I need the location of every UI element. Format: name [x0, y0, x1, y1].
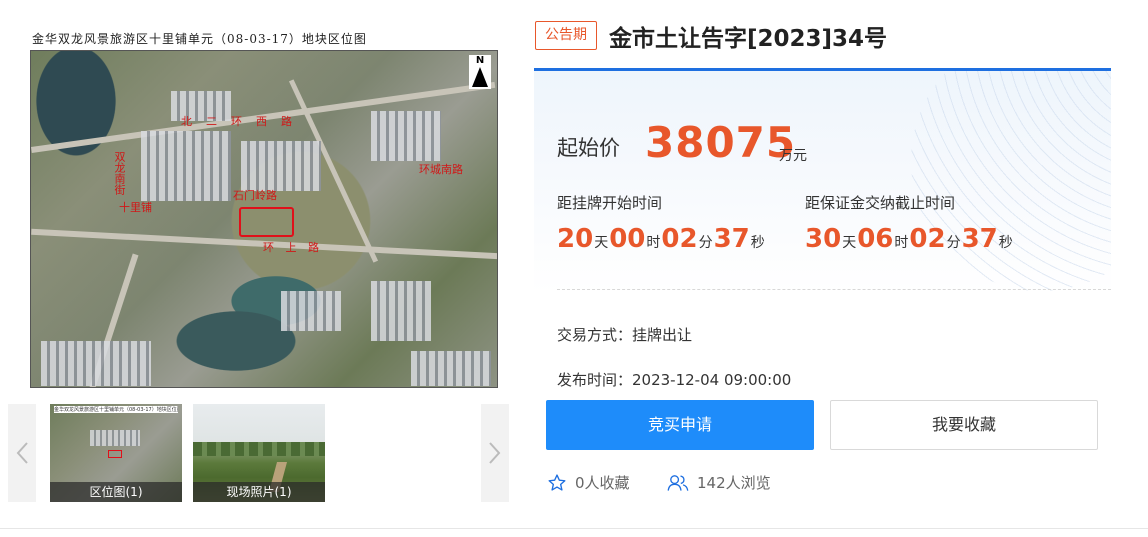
- countdown-days: 20: [557, 224, 594, 254]
- unit-hour: 时: [646, 235, 661, 251]
- map-buildings: [371, 111, 441, 161]
- star-icon: [548, 473, 566, 491]
- map-road-label: 双龙南街: [113, 151, 126, 195]
- countdown-hours: 00: [609, 224, 646, 254]
- map-buildings: [41, 341, 151, 386]
- map-road-label: 环城南路: [419, 163, 463, 176]
- satellite-map: 北二环西路 双龙南街 十里铺 石门岭路 环城南路 环 上 路 N: [30, 50, 498, 388]
- apply-bid-button[interactable]: 竞买申请: [546, 400, 814, 450]
- starting-price-unit: 万元: [779, 148, 807, 164]
- thumbnail-caption: 区位图(1): [50, 482, 182, 502]
- unit-hour: 时: [894, 235, 909, 251]
- decorative-arcs: [911, 71, 1111, 291]
- unit-day: 天: [842, 235, 857, 251]
- thumbnail-location-map[interactable]: 金华双龙风景旅游区十里铺单元（08-03-17）地块区位图 区位图(1): [50, 404, 182, 502]
- trade-method: 交易方式：挂牌出让: [557, 326, 693, 344]
- map-buildings: [241, 141, 321, 191]
- map-title: 金华双龙风景旅游区十里铺单元（08-03-17）地块区位图: [32, 32, 367, 46]
- price-panel: [534, 71, 1111, 293]
- section-divider: [557, 289, 1111, 290]
- land-plot-outline: [239, 207, 294, 237]
- publish-time: 发布时间：2023-12-04 09:00:00: [557, 371, 792, 389]
- starting-price-value: 38075: [645, 118, 797, 167]
- thumbnail-site-photo[interactable]: 现场照片(1): [193, 404, 325, 502]
- map-buildings: [371, 281, 431, 341]
- map-buildings: [281, 291, 341, 331]
- unit-second: 秒: [998, 235, 1013, 251]
- views-count-text: 142人浏览: [697, 474, 771, 492]
- thumbnail-next-button[interactable]: [481, 404, 509, 502]
- main-map-image[interactable]: 金华双龙风景旅游区十里铺单元（08-03-17）地块区位图 北二环西路 双龙南街…: [28, 28, 498, 390]
- thumbnail-plot-outline: [108, 450, 122, 458]
- add-favorite-button[interactable]: 我要收藏: [830, 400, 1098, 450]
- thumbnail-buildings: [90, 430, 140, 446]
- deposit-deadline-countdown: 30天06时02分37秒: [805, 224, 1014, 254]
- north-arrow-icon: N: [469, 55, 491, 89]
- countdown-minutes: 02: [909, 224, 946, 254]
- unit-minute: 分: [946, 235, 961, 251]
- countdown-seconds: 37: [713, 224, 750, 254]
- views-count: 142人浏览: [667, 472, 771, 493]
- listing-start-countdown-label: 距挂牌开始时间: [557, 194, 663, 212]
- chevron-left-icon: [16, 442, 28, 464]
- map-place-label: 十里铺: [119, 201, 152, 214]
- thumbnail-prev-button[interactable]: [8, 404, 36, 502]
- countdown-seconds: 37: [961, 224, 998, 254]
- north-label: N: [475, 55, 485, 66]
- countdown-minutes: 02: [661, 224, 698, 254]
- map-buildings: [141, 131, 231, 201]
- status-badge: 公告期: [535, 21, 597, 50]
- starting-price-label: 起始价: [557, 136, 620, 160]
- bottom-divider: [0, 528, 1148, 529]
- favorites-count-text: 0人收藏: [575, 474, 630, 492]
- chevron-right-icon: [489, 442, 501, 464]
- listing-start-countdown: 20天00时02分37秒: [557, 224, 766, 254]
- page-title: 金市土让告字[2023]34号: [609, 26, 888, 52]
- unit-day: 天: [594, 235, 609, 251]
- map-road-label: 环 上 路: [263, 241, 323, 254]
- countdown-days: 30: [805, 224, 842, 254]
- users-icon: [667, 474, 689, 491]
- map-road-label: 北二环西路: [181, 115, 306, 128]
- thumbnail-trees: [193, 442, 325, 456]
- countdown-hours: 06: [857, 224, 894, 254]
- favorites-count[interactable]: 0人收藏: [547, 472, 630, 493]
- unit-second: 秒: [750, 235, 765, 251]
- map-road-label: 石门岭路: [233, 189, 277, 202]
- thumbnail-map-title: 金华双龙风景旅游区十里铺单元（08-03-17）地块区位图: [54, 406, 178, 413]
- deposit-deadline-countdown-label: 距保证金交纳截止时间: [805, 194, 956, 212]
- thumbnail-caption: 现场照片(1): [193, 482, 325, 502]
- unit-minute: 分: [698, 235, 713, 251]
- map-buildings: [411, 351, 491, 386]
